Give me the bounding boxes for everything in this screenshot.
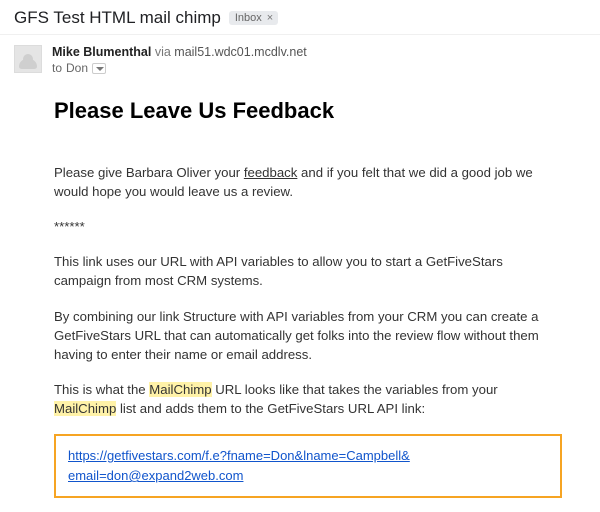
divider: ****** (54, 217, 562, 236)
paragraph-3: By combining our link Structure with API… (54, 307, 562, 364)
message-header: Mike Blumenthal via mail51.wdc01.mcdlv.n… (0, 35, 600, 75)
to-prefix: to (52, 61, 62, 75)
api-url-link[interactable]: https://getfivestars.com/f.e?fname=Don&l… (68, 448, 410, 483)
message-body: Please Leave Us Feedback Please give Bar… (0, 75, 600, 508)
subject-bar: GFS Test HTML mail chimp Inbox × (0, 0, 600, 35)
to-line: to Don (52, 61, 586, 75)
api-url-box: https://getfivestars.com/f.e?fname=Don&l… (54, 434, 562, 498)
via-host: mail51.wdc01.mcdlv.net (174, 45, 306, 59)
label-text: Inbox (235, 12, 262, 24)
sender-name: Mike Blumenthal (52, 45, 151, 59)
mailchimp-highlight: MailChimp (149, 382, 211, 397)
via-label: via (155, 45, 171, 59)
paragraph-4: This is what the MailChimp URL looks lik… (54, 380, 562, 418)
close-icon[interactable]: × (264, 12, 276, 24)
to-recipient: Don (66, 61, 88, 75)
details-toggle[interactable] (92, 63, 106, 74)
paragraph-1: Please give Barbara Oliver your feedback… (54, 163, 562, 201)
inbox-label-chip[interactable]: Inbox × (229, 11, 278, 25)
avatar (14, 45, 42, 73)
from-line: Mike Blumenthal via mail51.wdc01.mcdlv.n… (52, 45, 586, 59)
email-subject: GFS Test HTML mail chimp (14, 8, 221, 28)
feedback-link[interactable]: feedback (244, 165, 298, 180)
mailchimp-highlight: MailChimp (54, 401, 116, 416)
paragraph-2: This link uses our URL with API variable… (54, 252, 562, 290)
body-heading: Please Leave Us Feedback (54, 95, 562, 127)
